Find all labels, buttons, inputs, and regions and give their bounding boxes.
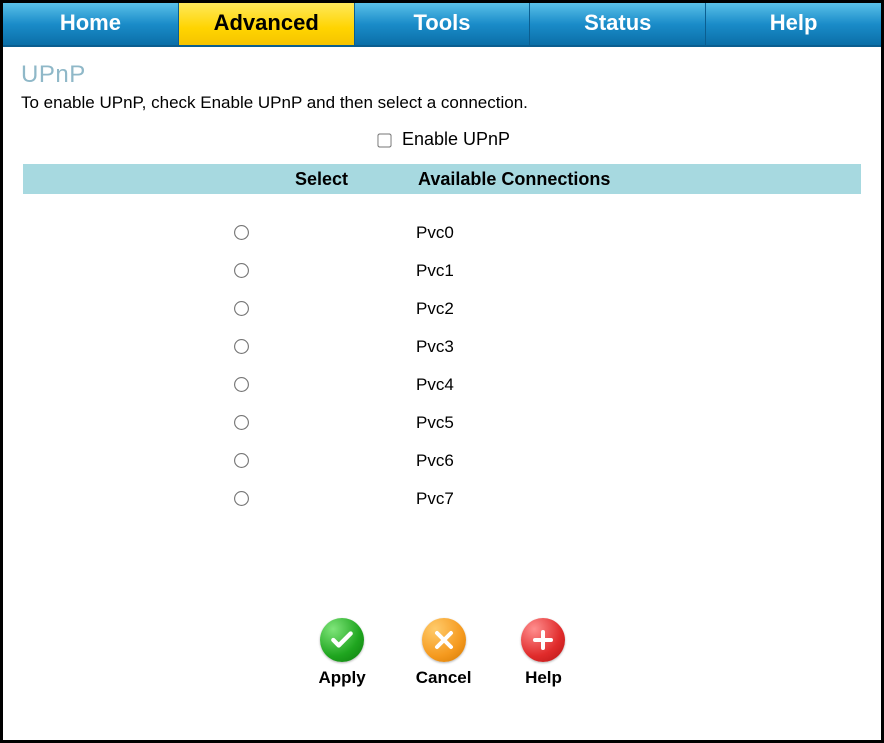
connection-name: Pvc4 [321, 375, 454, 395]
tab-status[interactable]: Status [530, 3, 706, 45]
check-icon [320, 618, 364, 662]
table-row: Pvc4 [21, 366, 863, 404]
connection-name: Pvc6 [321, 451, 454, 471]
connection-radio[interactable] [234, 301, 249, 316]
table-row: Pvc6 [21, 442, 863, 480]
connection-radio[interactable] [234, 263, 249, 278]
help-button[interactable]: Help [521, 618, 565, 688]
connection-name: Pvc5 [321, 413, 454, 433]
header-connections: Available Connections [388, 169, 610, 190]
help-label: Help [525, 668, 562, 688]
enable-upnp-text: Enable UPnP [402, 129, 510, 149]
connections-list: Pvc0 Pvc1 Pvc2 Pvc3 Pvc4 Pvc5 [21, 214, 863, 518]
connection-name: Pvc0 [321, 223, 454, 243]
connection-name: Pvc1 [321, 261, 454, 281]
connection-radio[interactable] [234, 415, 249, 430]
connection-radio[interactable] [234, 453, 249, 468]
connection-name: Pvc3 [321, 337, 454, 357]
tab-help[interactable]: Help [706, 3, 881, 45]
cross-icon [422, 618, 466, 662]
apply-button[interactable]: Apply [319, 618, 366, 688]
plus-icon [521, 618, 565, 662]
button-bar: Apply Cancel Help [21, 618, 863, 688]
cancel-button[interactable]: Cancel [416, 618, 472, 688]
connection-radio[interactable] [234, 225, 249, 240]
connection-name: Pvc7 [321, 489, 454, 509]
connections-table-header: Select Available Connections [23, 164, 861, 194]
tab-bar: Home Advanced Tools Status Help [3, 3, 881, 47]
table-row: Pvc2 [21, 290, 863, 328]
page-title: UPnP [21, 61, 863, 89]
table-row: Pvc7 [21, 480, 863, 518]
tab-advanced[interactable]: Advanced [179, 3, 355, 45]
apply-label: Apply [319, 668, 366, 688]
table-row: Pvc0 [21, 214, 863, 252]
tab-tools[interactable]: Tools [355, 3, 531, 45]
tab-home[interactable]: Home [3, 3, 179, 45]
header-select: Select [23, 169, 388, 190]
enable-upnp-checkbox[interactable] [377, 133, 391, 147]
table-row: Pvc1 [21, 252, 863, 290]
connection-name: Pvc2 [321, 299, 454, 319]
connection-radio[interactable] [234, 377, 249, 392]
connection-radio[interactable] [234, 491, 249, 506]
page-description: To enable UPnP, check Enable UPnP and th… [21, 93, 863, 113]
cancel-label: Cancel [416, 668, 472, 688]
connection-radio[interactable] [234, 339, 249, 354]
table-row: Pvc3 [21, 328, 863, 366]
table-row: Pvc5 [21, 404, 863, 442]
enable-upnp-label[interactable]: Enable UPnP [374, 129, 510, 149]
